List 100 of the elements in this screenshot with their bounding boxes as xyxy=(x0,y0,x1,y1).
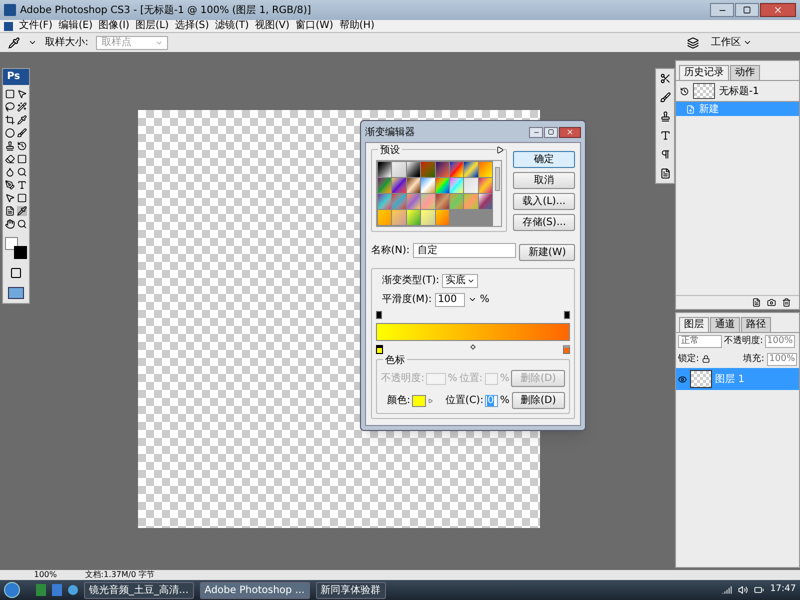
menu-item[interactable]: 滤镜(T) xyxy=(214,20,249,32)
scrollbar[interactable] xyxy=(493,161,502,226)
menu-item[interactable]: 文件(F) xyxy=(19,20,53,32)
gradient-preset-swatch[interactable] xyxy=(378,178,392,193)
opacity-stop-icon[interactable] xyxy=(376,311,382,319)
gradient-preset-swatch[interactable] xyxy=(421,178,435,193)
panel-tab[interactable]: 历史记录 xyxy=(679,65,729,80)
signal-icon[interactable] xyxy=(722,585,732,595)
new-document-icon[interactable] xyxy=(752,298,761,307)
camera-icon[interactable] xyxy=(767,298,776,307)
dialog-button[interactable]: 载入(L)... xyxy=(513,193,575,210)
new-button[interactable]: 新建(W) xyxy=(519,244,575,261)
dialog-button[interactable]: 存储(S)... xyxy=(513,214,575,231)
pen-icon[interactable] xyxy=(5,180,15,190)
blur-icon[interactable] xyxy=(5,167,15,177)
stamp-icon[interactable] xyxy=(5,141,15,151)
gradient-preset-swatch[interactable] xyxy=(464,194,478,209)
lock-icon[interactable] xyxy=(702,355,710,364)
gradient-preset-swatch[interactable] xyxy=(392,194,406,209)
notes-icon[interactable] xyxy=(5,206,15,216)
gradient-preset-swatch[interactable] xyxy=(450,162,464,177)
gradient-preset-swatch[interactable] xyxy=(450,178,464,193)
snapshot-name[interactable]: 无标题-1 xyxy=(719,84,759,98)
gradient-preset-swatch[interactable] xyxy=(406,162,420,177)
gradient-preset-swatch[interactable] xyxy=(392,178,406,193)
move-icon[interactable] xyxy=(17,89,27,99)
presets-menu-icon[interactable] xyxy=(496,146,504,154)
gradient-preset-swatch[interactable] xyxy=(378,162,392,177)
menu-item[interactable]: 图层(L) xyxy=(135,20,169,32)
panel-tab[interactable]: 路径 xyxy=(741,317,771,332)
gradient-preset-swatch[interactable] xyxy=(436,178,450,193)
gradient-type-dropdown[interactable]: 实底 xyxy=(442,274,478,288)
scissors-icon[interactable] xyxy=(660,73,670,84)
eyedropper-icon[interactable] xyxy=(8,36,20,48)
menu-item[interactable]: 图像(I) xyxy=(98,20,130,32)
gradient-preset-swatch[interactable] xyxy=(406,210,420,225)
magic-wand-icon[interactable] xyxy=(17,102,27,112)
gradient-preset-swatch[interactable] xyxy=(392,210,406,225)
smoothness-field[interactable]: 100 xyxy=(434,292,465,306)
shape-icon[interactable] xyxy=(17,193,27,203)
gradient-preset-swatch[interactable] xyxy=(464,162,478,177)
caret-icon[interactable] xyxy=(28,38,37,47)
dropdown-icon[interactable] xyxy=(468,295,477,304)
stop-color-swatch[interactable] xyxy=(412,394,426,406)
history-brush-icon[interactable] xyxy=(680,86,689,96)
history-brush-icon[interactable] xyxy=(17,141,27,151)
eraser-icon[interactable] xyxy=(5,154,15,164)
gradient-preset-swatch[interactable] xyxy=(378,194,392,209)
gradient-preset-swatch[interactable] xyxy=(378,210,392,225)
gradient-preset-swatch[interactable] xyxy=(406,178,420,193)
clock[interactable]: 17:47 xyxy=(770,583,796,597)
midpoint-icon[interactable] xyxy=(470,344,476,350)
menu-item[interactable]: 视图(V) xyxy=(254,20,290,32)
type-icon[interactable] xyxy=(17,180,27,190)
volume-icon[interactable] xyxy=(738,585,748,595)
gradient-preset-swatch[interactable] xyxy=(478,178,492,193)
delete-button[interactable]: 删除(D) xyxy=(512,392,566,409)
menu-item[interactable]: 选择(S) xyxy=(174,20,209,32)
name-field[interactable]: 自定 xyxy=(412,242,516,258)
eyedropper-icon[interactable] xyxy=(17,115,27,125)
menu-item[interactable]: 编辑(E) xyxy=(58,20,93,32)
gradient-preset-swatch[interactable] xyxy=(436,194,450,209)
arrow-icon[interactable] xyxy=(428,396,434,404)
gradient-preset-swatch[interactable] xyxy=(464,178,478,193)
brush-icon[interactable] xyxy=(17,128,27,138)
dialog-button[interactable]: 取消 xyxy=(513,172,575,189)
color-stop[interactable] xyxy=(563,345,570,354)
maximize-icon[interactable] xyxy=(544,126,558,138)
marquee-icon[interactable] xyxy=(5,89,15,99)
stamp-icon[interactable] xyxy=(660,111,670,122)
trash-icon[interactable] xyxy=(782,298,791,307)
document-icon[interactable] xyxy=(660,168,670,179)
gradient-preset-swatch[interactable] xyxy=(421,162,435,177)
minimize-icon[interactable] xyxy=(529,126,543,138)
gradient-preset-swatch[interactable] xyxy=(421,194,435,209)
close-icon[interactable] xyxy=(760,3,796,17)
eyedropper-icon[interactable] xyxy=(17,206,27,216)
taskbar-task[interactable]: Adobe Photoshop ... xyxy=(200,582,310,598)
opacity-field[interactable]: 100% xyxy=(765,335,795,348)
maximize-icon[interactable] xyxy=(735,3,759,17)
brush-icon[interactable] xyxy=(660,92,670,103)
gradient-preset-swatch[interactable] xyxy=(436,210,450,225)
zoom-icon[interactable] xyxy=(17,219,27,229)
taskbar-task[interactable]: 镜光音频_土豆_高清... xyxy=(84,582,194,598)
opacity-stop-icon[interactable] xyxy=(564,311,570,319)
gradient-preset-swatch[interactable] xyxy=(436,162,450,177)
menu-item[interactable]: 帮助(H) xyxy=(339,20,375,32)
menu-item[interactable]: 窗口(W) xyxy=(296,20,334,32)
color-swatches[interactable] xyxy=(5,237,27,259)
fill-field[interactable]: 100% xyxy=(767,352,797,366)
dialog-button[interactable]: 确定 xyxy=(513,151,575,168)
panel-tab[interactable]: 动作 xyxy=(730,65,760,80)
panel-tab[interactable]: 图层 xyxy=(679,317,709,332)
panel-tab[interactable]: 通道 xyxy=(710,317,740,332)
color-stop[interactable] xyxy=(376,345,383,354)
hand-icon[interactable] xyxy=(5,219,15,229)
gradient-preset-swatch[interactable] xyxy=(478,194,492,209)
taskbar-task[interactable]: 新同享体验群 xyxy=(316,582,386,598)
close-icon[interactable] xyxy=(559,126,581,138)
battery-icon[interactable] xyxy=(754,585,764,595)
